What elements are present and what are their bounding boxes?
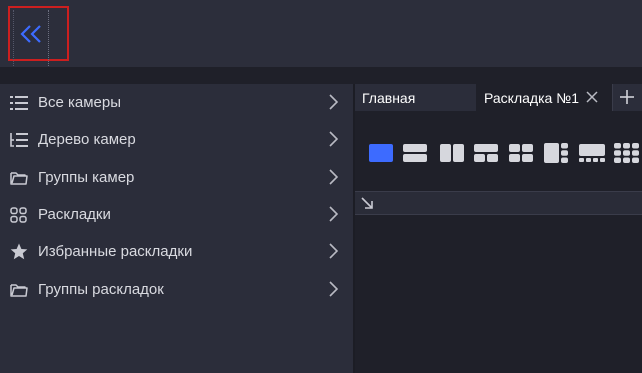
grid-icon — [9, 205, 28, 224]
top-bar — [0, 0, 642, 70]
list-icon — [9, 93, 28, 112]
chevron-right-icon — [329, 169, 338, 185]
tab-main[interactable]: Главная — [355, 84, 476, 111]
chevron-right-icon — [329, 94, 338, 110]
star-icon — [9, 242, 28, 261]
chevron-right-icon — [329, 243, 338, 259]
sidebar-item-label: Все камеры — [38, 93, 122, 111]
header-divider — [0, 67, 642, 84]
video-area[interactable] — [355, 215, 642, 373]
sidebar-item-label: Раскладки — [38, 205, 111, 223]
layout-1plus3-icon[interactable] — [543, 142, 569, 164]
tab-label: Главная — [362, 89, 416, 106]
main-panel: Главная Раскладка №1 — [355, 84, 642, 373]
folder-icon — [9, 280, 28, 299]
layout-toolbar — [355, 111, 642, 191]
layout-2-rows-icon[interactable] — [402, 142, 428, 164]
sidebar-item-favorite-layouts[interactable]: Избранные раскладки — [0, 233, 353, 269]
layout-1plus5-icon[interactable] — [578, 142, 606, 164]
layout-3-cells-icon[interactable] — [473, 142, 499, 164]
chevron-right-icon — [329, 281, 338, 297]
sidebar-item-all-cameras[interactable]: Все камеры — [0, 84, 353, 120]
sidebar-item-camera-tree[interactable]: Дерево камер — [0, 121, 353, 157]
tree-icon — [9, 130, 28, 149]
tab-bar: Главная Раскладка №1 — [355, 84, 642, 111]
layout-3x3-icon[interactable] — [613, 142, 639, 164]
sidebar-item-layouts[interactable]: Раскладки — [0, 196, 353, 232]
close-icon[interactable] — [586, 91, 598, 103]
chevron-right-icon — [329, 206, 338, 222]
sidebar-item-label: Группы камер — [38, 168, 135, 186]
sidebar-item-camera-groups[interactable]: Группы камер — [0, 159, 353, 195]
folder-icon — [9, 168, 28, 187]
layout-1x1-icon[interactable] — [368, 142, 394, 164]
tab-layout-1[interactable]: Раскладка №1 — [476, 84, 612, 111]
sidebar-item-label: Группы раскладок — [38, 280, 164, 298]
arrow-down-right-icon[interactable] — [360, 196, 374, 210]
sidebar-item-layout-groups[interactable]: Группы раскладок — [0, 271, 353, 307]
plus-icon[interactable] — [618, 88, 636, 106]
tab-label: Раскладка №1 — [484, 89, 579, 106]
sidebar-item-label: Избранные раскладки — [38, 242, 193, 260]
collapse-sidebar-button[interactable] — [8, 6, 69, 70]
view-subbar — [355, 191, 642, 215]
chevron-right-icon — [329, 131, 338, 147]
sidebar: Все камеры Дерево камер Группы камер Рас… — [0, 84, 353, 373]
tab-separator — [612, 84, 613, 111]
sidebar-item-label: Дерево камер — [38, 130, 136, 148]
double-chevron-left-icon — [20, 25, 41, 43]
layout-2x2-icon[interactable] — [508, 142, 534, 164]
layout-2-cols-icon[interactable] — [439, 142, 465, 164]
